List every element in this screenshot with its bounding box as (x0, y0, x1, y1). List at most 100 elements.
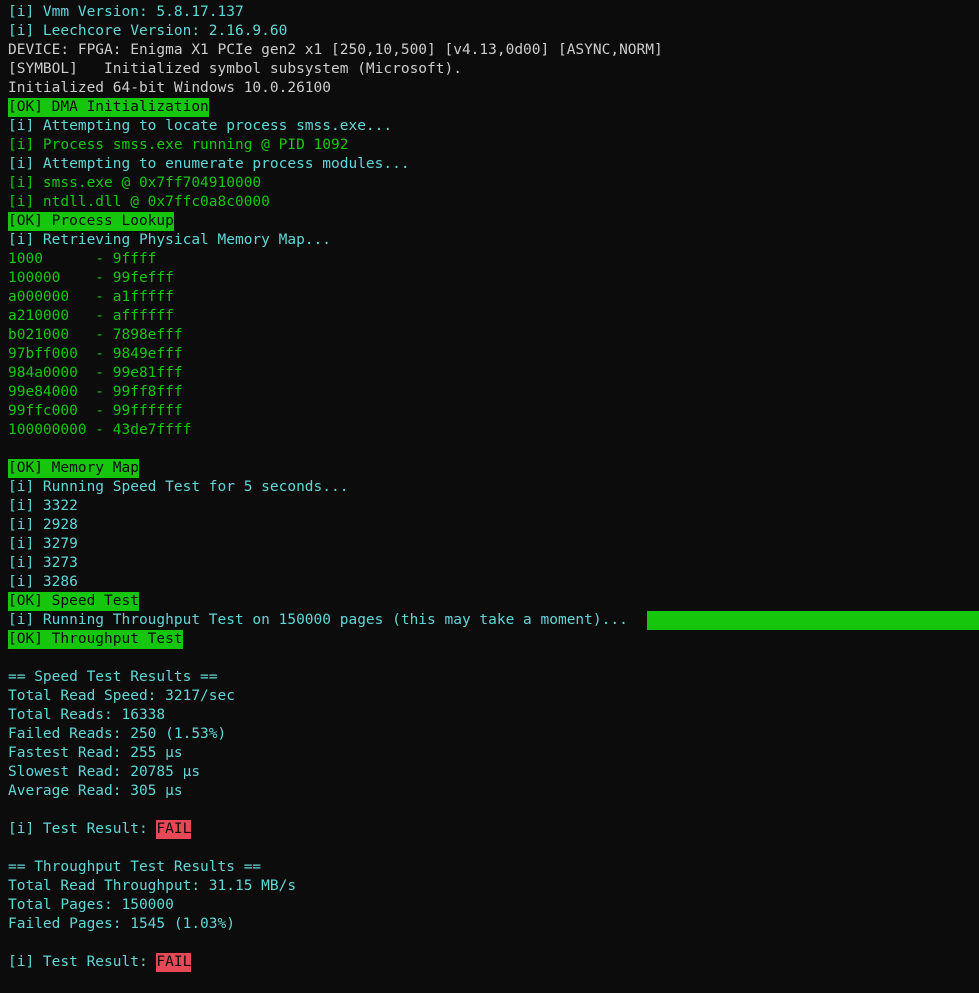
terminal-line: DEVICE: FPGA: Enigma X1 PCIe gen2 x1 [25… (8, 41, 979, 60)
terminal-line: 99e84000 - 99ff8fff (8, 383, 979, 402)
terminal-line-text: [i] smss.exe @ 0x7ff704910000 (8, 175, 262, 191)
terminal-line-text: [i] Attempting to locate process smss.ex… (8, 118, 393, 134)
terminal-line: 97bff000 - 9849efff (8, 345, 979, 364)
terminal-line-text: == Speed Test Results == (8, 669, 218, 685)
terminal-line: [i] 2928 (8, 516, 979, 535)
terminal-line-text: b021000 - 7898efff (8, 327, 183, 343)
terminal-line-text: Failed Reads: 250 (1.53%) (8, 726, 227, 742)
fail-result-badge: FAIL (156, 953, 192, 972)
terminal-line: [i] Leechcore Version: 2.16.9.60 (8, 22, 979, 41)
terminal-line: == Speed Test Results == (8, 668, 979, 687)
terminal-line-text: Total Reads: 16338 (8, 707, 166, 723)
terminal-line-text: Failed Pages: 1545 (1.03%) (8, 916, 235, 932)
terminal-line: Initialized 64-bit Windows 10.0.26100 (8, 79, 979, 98)
throughput-progress-bar (647, 611, 979, 630)
terminal-line: [i] Retrieving Physical Memory Map... (8, 231, 979, 250)
terminal-line: [i] 3279 (8, 535, 979, 554)
terminal-line: Average Read: 305 µs (8, 782, 979, 801)
terminal-line-text: [i] Running Speed Test for 5 seconds... (8, 479, 349, 495)
terminal-line-text: Initialized 64-bit Windows 10.0.26100 (8, 80, 332, 96)
terminal-line: == Throughput Test Results == (8, 858, 979, 877)
terminal-line-text: a000000 - a1fffff (8, 289, 174, 305)
terminal-line-text: [i] Retrieving Physical Memory Map... (8, 232, 332, 248)
terminal-line-text: [i] 3279 (8, 536, 78, 552)
test-result-line: [i] Test Result: FAIL (8, 953, 979, 972)
fail-result-badge: FAIL (156, 820, 192, 839)
terminal-line-text: [i] 2928 (8, 517, 78, 533)
ok-status-badge: [OK] Memory Map (8, 459, 139, 478)
terminal-line-text: [i] Vmm Version: 5.8.17.137 (8, 4, 244, 20)
terminal-line-text: [i] Running Throughput Test on 150000 pa… (8, 612, 628, 628)
terminal-line: [i] 3273 (8, 554, 979, 573)
terminal-line-text: [i] 3286 (8, 574, 78, 590)
terminal-line: Total Read Speed: 3217/sec (8, 687, 979, 706)
ok-status-line: [OK] Throughput Test (8, 630, 979, 649)
terminal-line-text: 1000 - 9ffff (8, 251, 157, 267)
ok-status-badge: [OK] Process Lookup (8, 212, 174, 231)
terminal-line-text: 100000 - 99fefff (8, 270, 174, 286)
terminal-output[interactable]: [i] Vmm Version: 5.8.17.137 [i] Leechcore… (0, 0, 979, 993)
terminal-line-text: [SYMBOL] Initialized symbol subsystem (M… (8, 61, 462, 77)
terminal-line: Failed Reads: 250 (1.53%) (8, 725, 979, 744)
terminal-line: [SYMBOL] Initialized symbol subsystem (M… (8, 60, 979, 79)
ok-status-line: [OK] DMA Initialization (8, 98, 979, 117)
ok-status-line: [OK] Memory Map (8, 459, 979, 478)
terminal-line-text: 984a0000 - 99e81fff (8, 365, 183, 381)
terminal-line: 100000 - 99fefff (8, 269, 979, 288)
terminal-line-text: [i] ntdll.dll @ 0x7ffc0a8c0000 (8, 194, 270, 210)
terminal-line-text: Slowest Read: 20785 µs (8, 764, 201, 780)
ok-status-badge: [OK] Speed Test (8, 592, 139, 611)
terminal-line: Failed Pages: 1545 (1.03%) (8, 915, 979, 934)
terminal-line: [i] Attempting to enumerate process modu… (8, 155, 979, 174)
terminal-line-text: [i] Attempting to enumerate process modu… (8, 156, 410, 172)
terminal-line-text: [i] 3273 (8, 555, 78, 571)
terminal-line: [i] Process smss.exe running @ PID 1092 (8, 136, 979, 155)
test-result-label: [i] Test Result: (8, 954, 157, 970)
terminal-line: Total Read Throughput: 31.15 MB/s (8, 877, 979, 896)
terminal-line: Total Reads: 16338 (8, 706, 979, 725)
terminal-line: b021000 - 7898efff (8, 326, 979, 345)
terminal-line-text: == Throughput Test Results == (8, 859, 262, 875)
terminal-line-text: Total Read Throughput: 31.15 MB/s (8, 878, 297, 894)
terminal-line: Slowest Read: 20785 µs (8, 763, 979, 782)
terminal-line-text: 99e84000 - 99ff8fff (8, 384, 183, 400)
terminal-line: 984a0000 - 99e81fff (8, 364, 979, 383)
terminal-line-text: a210000 - affffff (8, 308, 174, 324)
terminal-line-text: [i] 3322 (8, 498, 78, 514)
terminal-line: [i] Attempting to locate process smss.ex… (8, 117, 979, 136)
terminal-line: 100000000 - 43de7ffff (8, 421, 979, 440)
terminal-line-text: 97bff000 - 9849efff (8, 346, 183, 362)
ok-status-line: [OK] Process Lookup (8, 212, 979, 231)
test-result-label: [i] Test Result: (8, 821, 157, 837)
terminal-line-text: [i] Process smss.exe running @ PID 1092 (8, 137, 349, 153)
terminal-line: [i] 3322 (8, 497, 979, 516)
ok-status-line: [OK] Speed Test (8, 592, 979, 611)
terminal-line-text: Fastest Read: 255 µs (8, 745, 183, 761)
throughput-progress-line: [i] Running Throughput Test on 150000 pa… (8, 611, 979, 630)
terminal-line: Fastest Read: 255 µs (8, 744, 979, 763)
terminal-line: a000000 - a1fffff (8, 288, 979, 307)
ok-status-badge: [OK] Throughput Test (8, 630, 183, 649)
terminal-line: [i] smss.exe @ 0x7ff704910000 (8, 174, 979, 193)
terminal-line: Total Pages: 150000 (8, 896, 979, 915)
terminal-line: a210000 - affffff (8, 307, 979, 326)
terminal-line: 1000 - 9ffff (8, 250, 979, 269)
terminal-line-text: 99ffc000 - 99ffffff (8, 403, 183, 419)
terminal-line-text: Total Pages: 150000 (8, 897, 174, 913)
terminal-line-text: DEVICE: FPGA: Enigma X1 PCIe gen2 x1 [25… (8, 42, 663, 58)
terminal-line: [i] ntdll.dll @ 0x7ffc0a8c0000 (8, 193, 979, 212)
terminal-line-text: Average Read: 305 µs (8, 783, 183, 799)
terminal-line: 99ffc000 - 99ffffff (8, 402, 979, 421)
terminal-line-text: [i] Leechcore Version: 2.16.9.60 (8, 23, 288, 39)
test-result-line: [i] Test Result: FAIL (8, 820, 979, 839)
terminal-line-text: 100000000 - 43de7ffff (8, 422, 192, 438)
ok-status-badge: [OK] DMA Initialization (8, 98, 209, 117)
terminal-line: [i] Vmm Version: 5.8.17.137 (8, 3, 979, 22)
terminal-line-text: Total Read Speed: 3217/sec (8, 688, 235, 704)
terminal-line: [i] 3286 (8, 573, 979, 592)
